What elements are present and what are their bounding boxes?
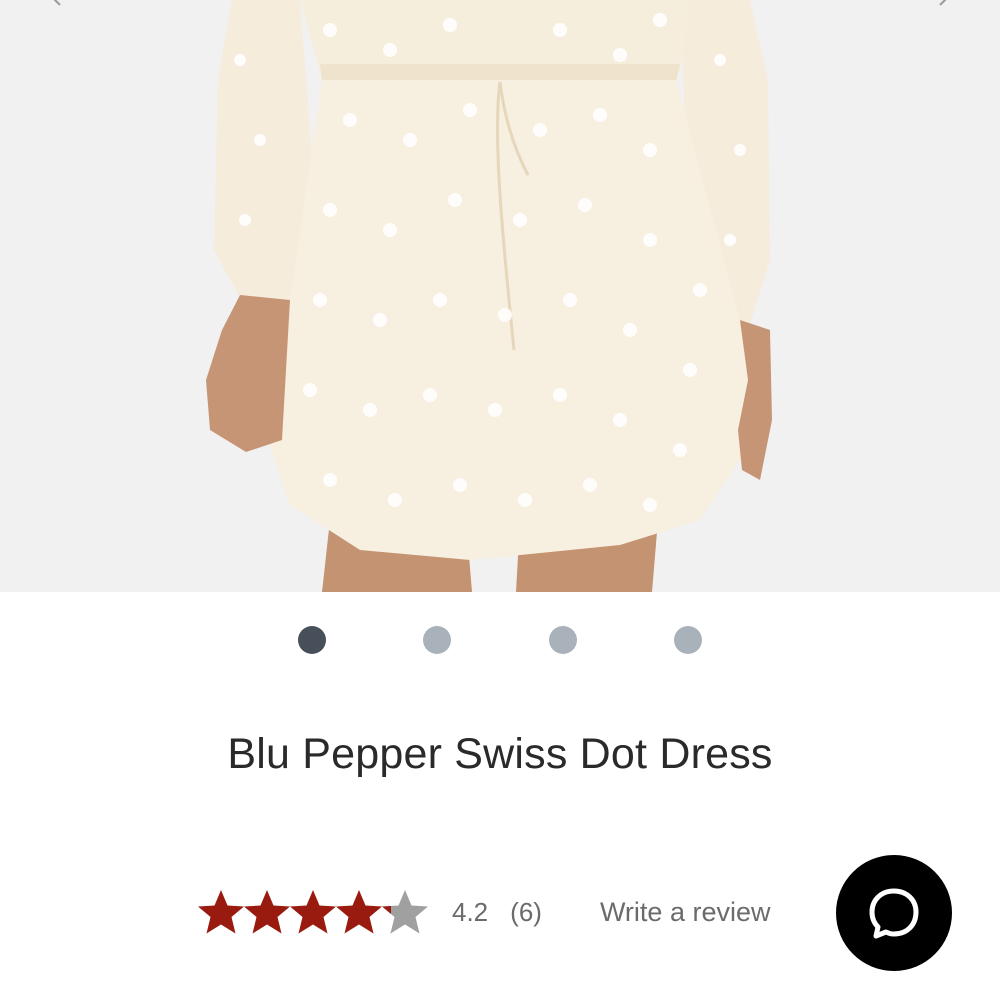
write-review-link[interactable]: Write a review: [600, 897, 771, 928]
previous-image-arrow-icon[interactable]: [20, 0, 80, 30]
rating-score: 4.2: [452, 896, 489, 927]
rating-stars[interactable]: [198, 887, 428, 937]
product-rating: 4.2 (6) Write a review: [198, 884, 770, 940]
gallery-pagination: [0, 626, 1000, 654]
chat-bubble-icon: [869, 888, 919, 939]
pagination-dot[interactable]: [674, 626, 702, 654]
next-image-arrow-icon[interactable]: [920, 0, 980, 30]
pagination-dot[interactable]: [423, 626, 451, 654]
star-icon: [290, 890, 336, 934]
product-image-gallery[interactable]: [0, 0, 1000, 592]
review-count[interactable]: (6): [510, 897, 542, 928]
star-icon: [382, 890, 428, 934]
chat-button[interactable]: [836, 855, 952, 971]
product-title: Blu Pepper Swiss Dot Dress: [227, 730, 773, 778]
pagination-dot[interactable]: [298, 626, 326, 654]
star-icon: [336, 890, 382, 934]
star-icon: [198, 890, 244, 934]
product-photo: [0, 0, 1000, 592]
star-icon: [244, 890, 290, 934]
pagination-dot[interactable]: [549, 626, 577, 654]
